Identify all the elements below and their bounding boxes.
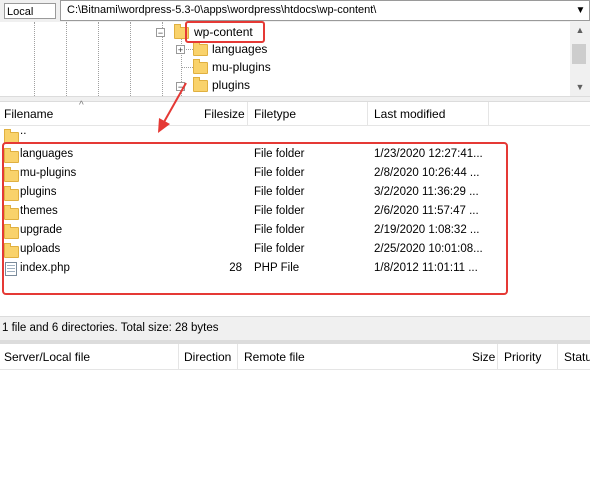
column-separator[interactable] [178, 344, 179, 369]
column-separator[interactable] [497, 344, 498, 369]
column-direction[interactable]: Direction [184, 350, 231, 364]
column-size[interactable]: Size [472, 350, 495, 364]
column-separator[interactable] [237, 344, 238, 369]
column-status[interactable]: Status [564, 350, 590, 364]
column-separator[interactable] [557, 344, 558, 369]
column-remote-file[interactable]: Remote file [244, 350, 305, 364]
status-bar: 1 file and 6 directories. Total size: 28… [0, 316, 590, 340]
column-priority[interactable]: Priority [504, 350, 541, 364]
queue-header: Server/Local file Direction Remote file … [0, 344, 590, 370]
column-server-local-file[interactable]: Server/Local file [4, 350, 90, 364]
queue-list[interactable] [0, 370, 590, 478]
status-text: 1 file and 6 directories. Total size: 28… [2, 322, 219, 334]
arrow-shaft [163, 82, 187, 123]
